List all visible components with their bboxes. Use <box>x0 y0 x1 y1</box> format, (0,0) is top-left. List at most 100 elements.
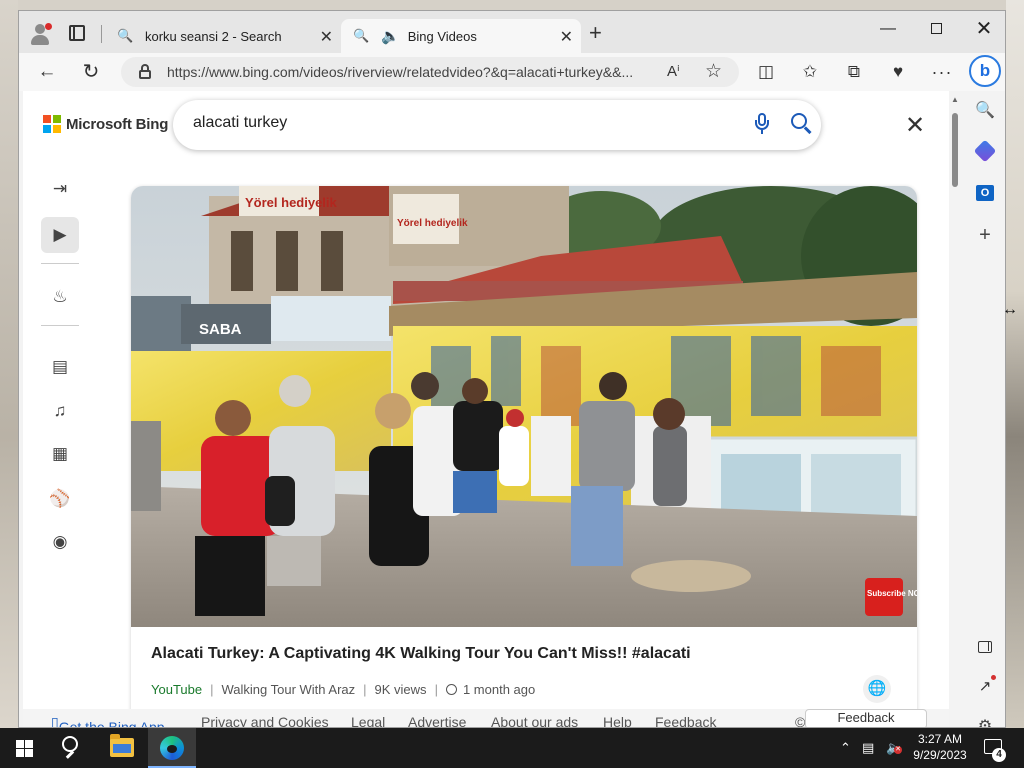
page-scrollbar[interactable]: ▲ <box>949 91 961 727</box>
show-hidden-icons-icon[interactable]: ⌃ <box>840 740 851 756</box>
video-channel[interactable]: Walking Tour With Araz <box>221 682 355 697</box>
url-text[interactable]: https://www.bing.com/videos/riverview/re… <box>167 64 633 80</box>
close-window-button[interactable]: ✕ <box>961 15 1005 43</box>
maximize-button[interactable] <box>913 15 959 43</box>
tab-korku-search[interactable]: 🔍 korku seansi 2 - Search ✕ <box>109 19 341 53</box>
video-views: 9K views <box>374 682 427 697</box>
close-overlay-icon[interactable]: ✕ <box>905 111 925 140</box>
notification-count-badge: 4 <box>992 748 1006 762</box>
movies-icon[interactable]: ▤ <box>41 349 79 385</box>
favorite-star-icon[interactable]: ☆ <box>705 60 722 83</box>
browser-toolbar: ← ↻ https://www.bing.com/videos/rivervie… <box>19 53 1005 91</box>
minimize-button[interactable]: — <box>865 15 911 43</box>
footer-link-privacy[interactable]: Privacy and Cookies <box>201 714 329 727</box>
title-bar: 🔍 korku seansi 2 - Search ✕ 🔍 🔈 Bing Vid… <box>19 11 1005 53</box>
taskbar-search-icon[interactable] <box>60 736 84 760</box>
taskbar-edge-button[interactable] <box>148 728 196 768</box>
resize-cursor-icon: ↔ <box>1002 301 1018 318</box>
sidebar-settings-icon[interactable]: ⚙ <box>973 715 997 727</box>
gaming-icon[interactable]: ◉ <box>41 524 79 560</box>
news-icon[interactable]: ▦ <box>41 436 79 472</box>
footer-link-help[interactable]: Help <box>603 714 632 727</box>
read-aloud-icon[interactable]: Aⁱ <box>667 62 680 80</box>
music-icon[interactable]: ♫ <box>41 393 79 429</box>
volume-muted-icon[interactable]: 🔈✕ <box>886 740 902 756</box>
desktop-background-left <box>0 0 18 728</box>
more-options-icon[interactable]: ··· <box>929 60 955 84</box>
globe-icon[interactable]: 🌐 <box>863 675 891 703</box>
bing-chat-icon[interactable]: b <box>969 55 1001 87</box>
close-tab-icon[interactable]: ✕ <box>320 27 333 47</box>
search-box <box>173 100 821 150</box>
page-content: Microsoft Bing ✕ ⇥ ▶ ♨ ▤ ♫ ▦ ⚾ ◉ <box>23 91 949 728</box>
profile-icon[interactable] <box>29 23 52 45</box>
video-icon[interactable]: ▶ <box>41 217 79 253</box>
browser-window: 🔍 korku seansi 2 - Search ✕ 🔍 🔈 Bing Vid… <box>18 10 1006 728</box>
favorites-icon[interactable]: ✩ <box>797 60 823 84</box>
system-clock[interactable]: 3:27 AM 9/29/2023 <box>908 731 972 763</box>
tab-actions-icon[interactable] <box>69 25 85 41</box>
exit-icon[interactable]: ⇥ <box>41 171 79 207</box>
taskbar: ⌃ ▤ 🔈✕ 3:27 AM 9/29/2023 4 <box>0 728 1024 768</box>
copilot-icon[interactable] <box>973 139 997 163</box>
split-screen-icon[interactable]: ◫ <box>753 60 779 84</box>
tab-title: Bing Videos <box>407 28 477 44</box>
nav-divider <box>41 263 79 264</box>
clock-icon <box>445 684 457 695</box>
logo-text: Microsoft Bing <box>66 115 169 133</box>
trending-icon[interactable]: ♨ <box>41 279 79 315</box>
thumbnail-sign-text: Yörel hediyelik <box>245 195 338 210</box>
get-app-label: Get the Bing App <box>58 719 165 728</box>
feedback-button[interactable]: Feedback <box>805 709 927 727</box>
video-age: 1 month ago <box>462 682 536 697</box>
clock-time: 3:27 AM <box>917 732 963 746</box>
thumbnail-sign-text: SABA <box>199 321 242 338</box>
subscribe-badge-text: Subscribe NOW <box>867 589 917 598</box>
tab-title: korku seansi 2 - Search <box>145 28 282 44</box>
speaker-icon[interactable]: 🔈 <box>381 27 400 45</box>
refresh-button[interactable]: ↻ <box>77 59 105 85</box>
desktop-background-right <box>1006 0 1024 728</box>
back-button[interactable]: ← <box>33 59 61 85</box>
search-input[interactable] <box>193 114 733 132</box>
edge-sidebar: 🔍 O + ↗ ⚙ <box>963 91 1005 727</box>
add-sidebar-app-icon[interactable]: + <box>973 223 997 247</box>
search-icon[interactable] <box>791 113 813 135</box>
new-tab-button[interactable]: + <box>589 22 602 44</box>
start-button[interactable] <box>16 740 33 757</box>
sports-icon[interactable]: ⚾ <box>41 481 79 517</box>
microphone-icon[interactable] <box>755 113 769 135</box>
close-tab-icon[interactable]: ✕ <box>560 27 573 47</box>
footer-link-about-ads[interactable]: About our ads <box>491 714 578 727</box>
outlook-icon[interactable]: O <box>973 181 997 205</box>
collections-icon[interactable]: ⧉ <box>841 60 867 84</box>
search-icon: 🔍 <box>117 28 134 43</box>
network-icon[interactable]: ▤ <box>862 740 874 756</box>
video-thumbnail[interactable]: Yörel hediyelik Yörel hediyelik SABA Sub… <box>131 186 917 627</box>
video-card[interactable]: Yörel hediyelik Yörel hediyelik SABA Sub… <box>131 186 917 727</box>
video-meta: YouTube | Walking Tour With Araz | 9K views |… <box>151 682 536 697</box>
scroll-up-arrow-icon[interactable]: ▲ <box>951 95 959 104</box>
external-link-icon[interactable]: ↗ <box>973 675 997 699</box>
scroll-thumb[interactable] <box>952 113 958 187</box>
address-bar[interactable]: https://www.bing.com/videos/riverview/re… <box>121 57 739 87</box>
lock-icon[interactable] <box>139 64 151 79</box>
file-explorer-icon[interactable] <box>110 734 134 757</box>
video-source[interactable]: YouTube <box>151 682 202 697</box>
tab-bing-videos[interactable]: 🔍 🔈 Bing Videos ✕ <box>341 19 581 53</box>
footer-link-feedback[interactable]: Feedback <box>655 714 716 727</box>
search-icon: 🔍 <box>353 28 370 43</box>
footer-link-legal[interactable]: Legal <box>351 714 385 727</box>
video-title[interactable]: Alacati Turkey: A Captivating 4K Walking… <box>151 645 691 663</box>
footer-link-advertise[interactable]: Advertise <box>408 714 466 727</box>
sidebar-search-icon[interactable]: 🔍 <box>973 99 997 123</box>
microsoft-logo-icon <box>43 115 61 133</box>
page-footer: ▯ Get the Bing App Privacy and Cookies L… <box>23 709 949 728</box>
hide-sidebar-icon[interactable] <box>973 635 997 659</box>
nav-divider <box>41 325 79 326</box>
get-bing-app-link[interactable]: ▯ Get the Bing App <box>51 714 165 727</box>
copyright-text: © <box>795 714 806 728</box>
performance-icon[interactable]: ♥ <box>885 60 911 84</box>
microsoft-bing-logo[interactable]: Microsoft Bing <box>43 115 168 133</box>
thumbnail-sign-text: Yörel hediyelik <box>397 218 468 229</box>
